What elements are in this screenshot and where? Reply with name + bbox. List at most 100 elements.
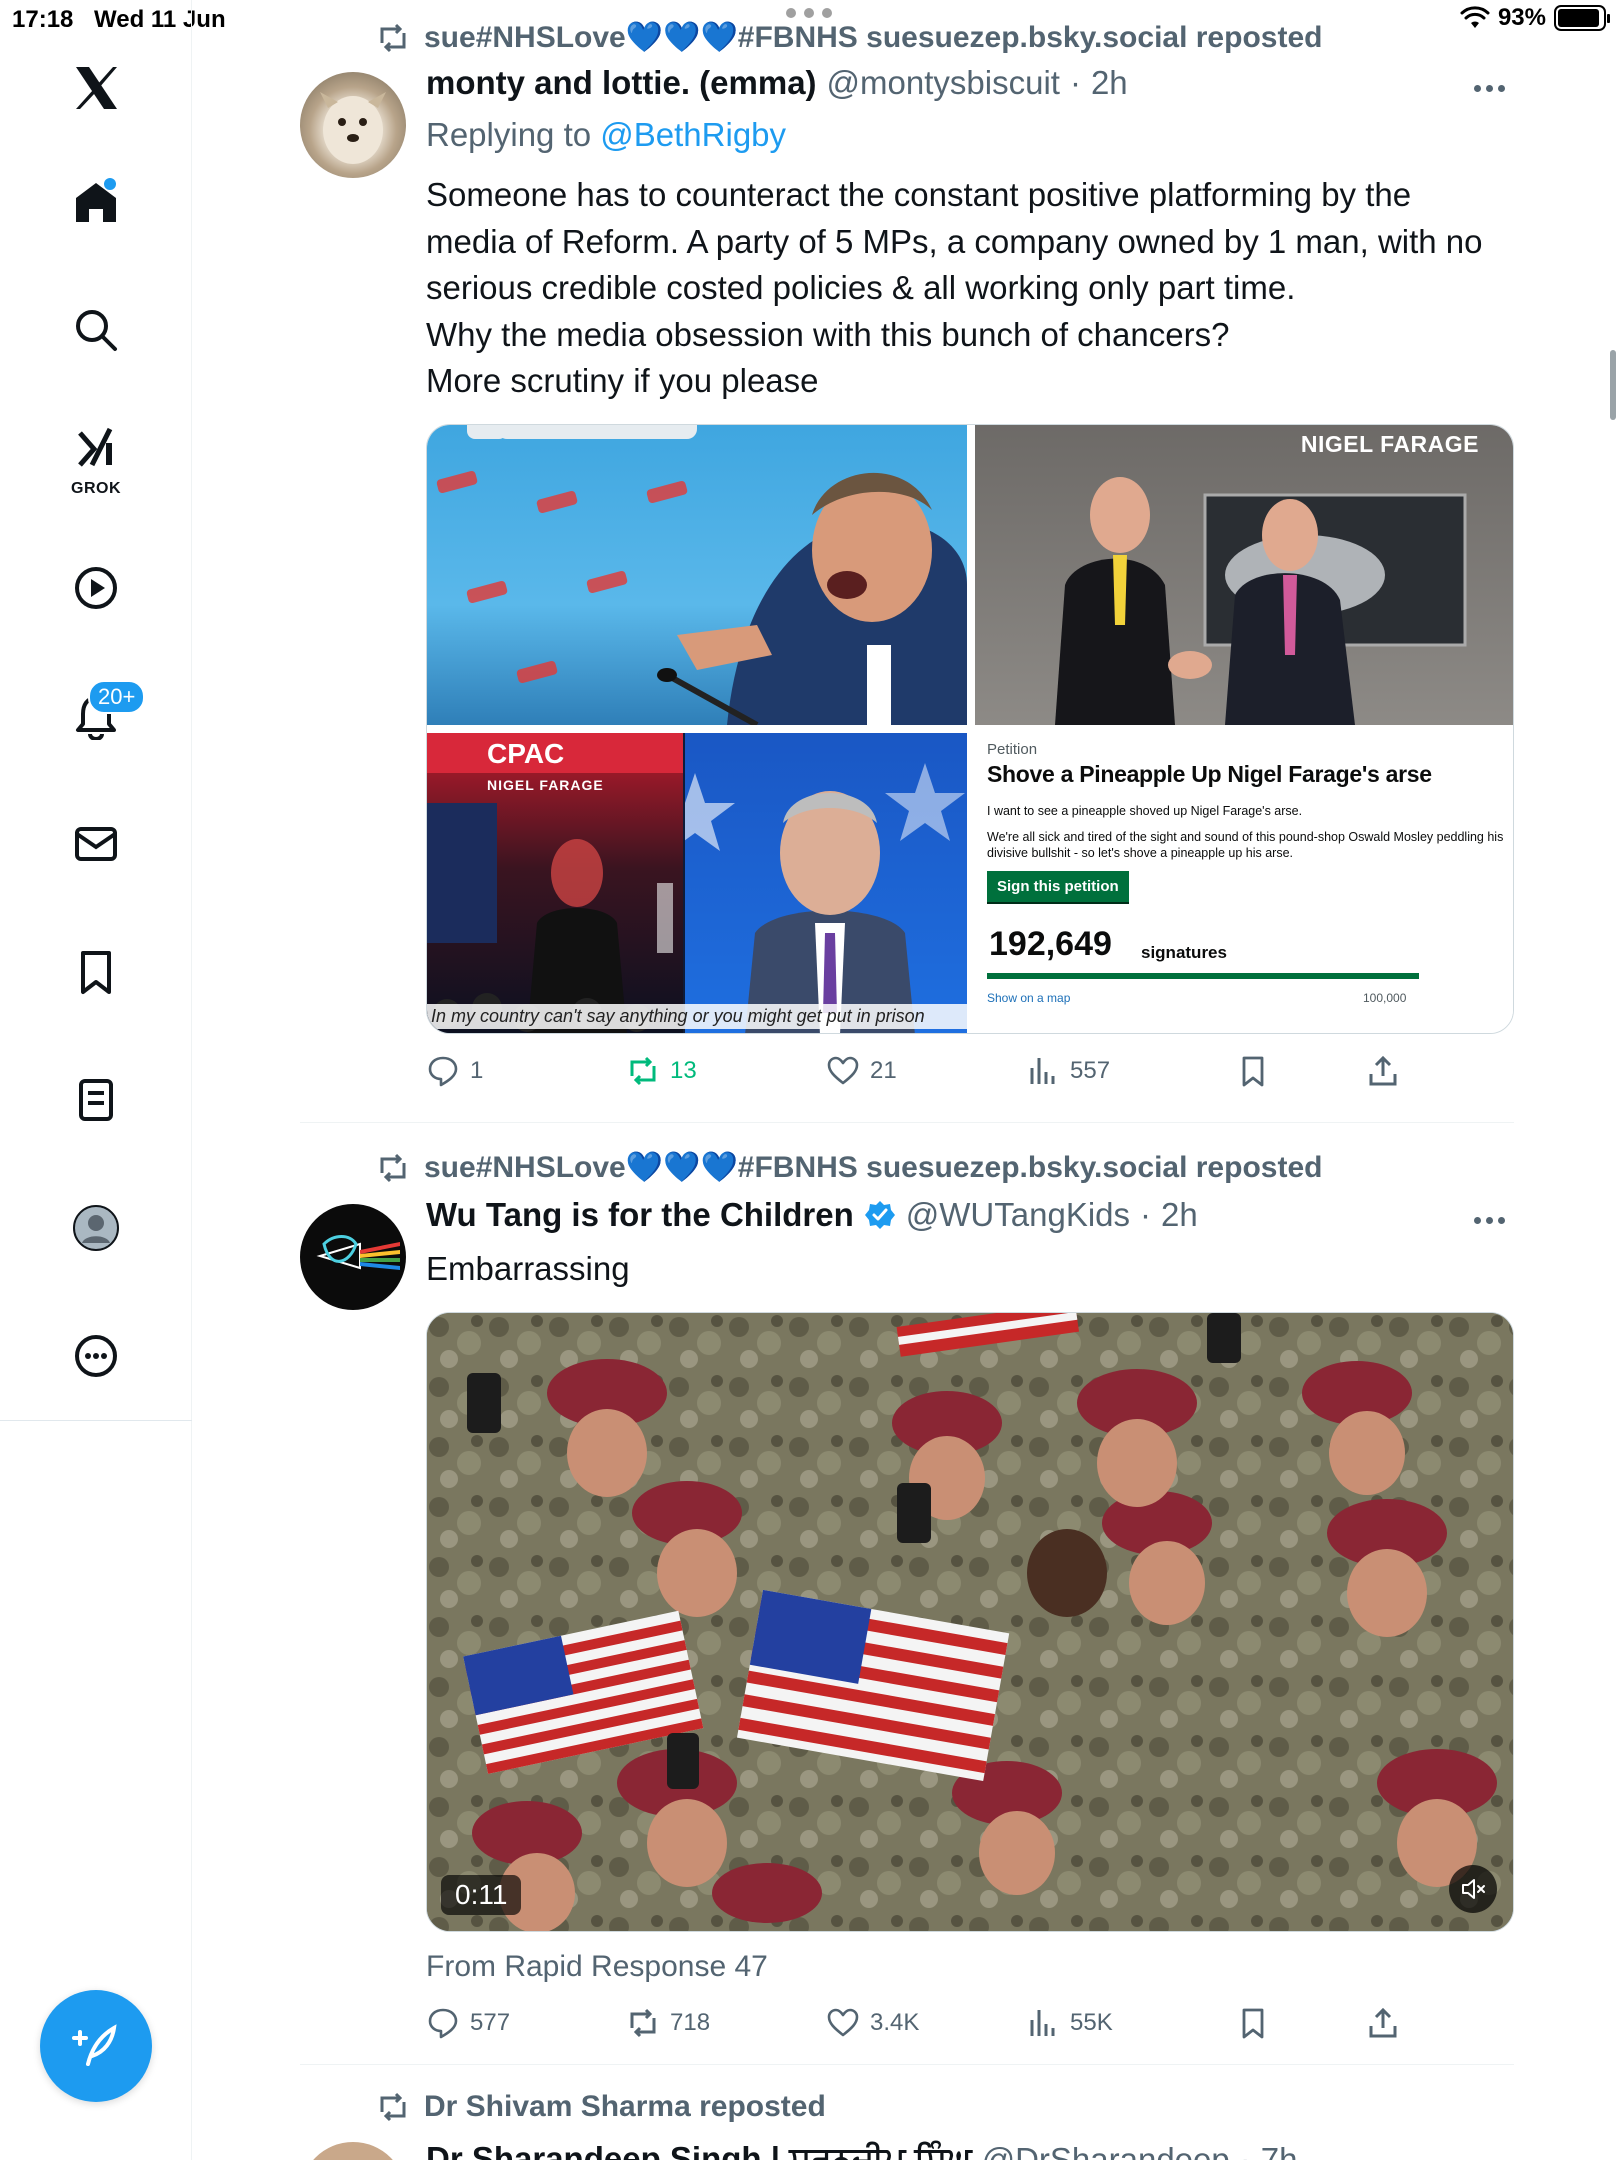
compose-post-button[interactable] xyxy=(40,1990,152,2102)
media-image-farage-speech[interactable] xyxy=(427,425,967,725)
repost-by-text[interactable]: sue#NHSLove💙💙💙#FBNHS suesuezep.bsky.soci… xyxy=(424,1150,1322,1185)
compose-feather-icon xyxy=(72,2024,117,2066)
media-image-farage-handshake[interactable]: NIGEL FARAGE xyxy=(975,425,1513,725)
like-button[interactable]: 21 xyxy=(826,1054,897,1088)
post-time[interactable]: 7h xyxy=(1261,2141,1298,2160)
media-caption-prison-quote: In my country can't say anything or you … xyxy=(427,1004,967,1029)
media-image-petition[interactable]: Petition Shove a Pineapple Up Nigel Fara… xyxy=(975,733,1513,1033)
repost-icon xyxy=(630,1056,656,1086)
mute-button[interactable] xyxy=(1449,1865,1497,1913)
sidebar-item-search[interactable] xyxy=(56,290,136,370)
post-text-line: media of Reform. A party of 5 MPs, a com… xyxy=(426,222,1483,260)
media-image-cpac-collage[interactable]: CPAC NIGEL FARAGE In my country can't sa… xyxy=(427,733,967,1033)
bookmark-button[interactable] xyxy=(1236,1054,1270,1088)
petition-title: Shove a Pineapple Up Nigel Farage's arse xyxy=(987,761,1432,787)
views-chart-icon xyxy=(1030,1058,1055,1084)
petition-desc-2: We're all sick and tired of the sight an… xyxy=(987,830,1504,860)
post-more-button[interactable] xyxy=(1474,2154,1514,2160)
repost-count: 718 xyxy=(670,2009,711,2036)
battery-icon xyxy=(1554,5,1610,31)
repost-by-text[interactable]: sue#NHSLove💙💙💙#FBNHS suesuezep.bsky.soci… xyxy=(424,20,1322,55)
notifications-badge: 20+ xyxy=(88,680,146,714)
lists-icon xyxy=(79,1079,113,1121)
share-icon xyxy=(1369,2007,1397,2038)
sidebar-item-lists[interactable] xyxy=(56,1060,136,1140)
speaker-muted-icon xyxy=(1462,1879,1485,1899)
post-time[interactable]: 2h xyxy=(1161,1196,1198,1234)
repost-by-text[interactable]: Dr Shivam Sharma reposted xyxy=(424,2090,826,2124)
author-name[interactable]: Wu Tang is for the Children xyxy=(426,1196,854,1234)
reply-button[interactable]: 1 xyxy=(426,1054,483,1088)
post-text: Embarrassing xyxy=(426,1250,630,1287)
share-icon xyxy=(1369,1055,1397,1086)
sidebar-item-notifications[interactable]: 20+ xyxy=(56,676,146,756)
like-count: 21 xyxy=(870,1057,897,1084)
repost-button[interactable]: 13 xyxy=(626,1054,697,1088)
repost-icon xyxy=(380,23,406,52)
share-button[interactable] xyxy=(1366,1054,1400,1088)
views-button[interactable]: 557 xyxy=(1026,1054,1110,1088)
post-actions: 1 13 21 557 xyxy=(426,1054,1514,1104)
sidebar-item-home[interactable] xyxy=(56,162,136,242)
video-frame-soldiers xyxy=(427,1313,1513,1931)
bookmark-icon xyxy=(1242,1056,1264,1087)
sidebar-item-profile[interactable] xyxy=(56,1188,136,1268)
post-media-grid[interactable]: NIGEL FARAGE CPAC NIGEL FARAGE In my cou… xyxy=(426,424,1514,1034)
post-more-button[interactable] xyxy=(1474,1210,1514,1230)
heart-icon xyxy=(827,2008,859,2037)
views-button[interactable]: 55K xyxy=(1026,2006,1113,2040)
post-more-button[interactable] xyxy=(1474,78,1514,98)
post-actions: 577 718 3.4K 55K xyxy=(426,2006,1514,2056)
post-text-line: serious credible costed policies & all w… xyxy=(426,269,1296,306)
scrollbar[interactable] xyxy=(1610,350,1616,420)
repost-icon xyxy=(630,2008,656,2038)
video-icon xyxy=(75,567,117,609)
like-count: 3.4K xyxy=(870,2009,920,2036)
author-handle[interactable]: @WUTangKids xyxy=(906,1196,1130,1234)
cpac-banner-text: NIGEL FARAGE xyxy=(487,777,604,793)
search-icon xyxy=(76,310,117,351)
grok-icon xyxy=(78,427,113,467)
wu-tang-avatar-image xyxy=(316,1235,400,1270)
author-handle[interactable]: @DrSharandeep xyxy=(982,2141,1230,2160)
reply-button[interactable]: 577 xyxy=(426,2006,510,2040)
sidebar-item-more[interactable] xyxy=(56,1316,136,1396)
sidebar-item-grok[interactable]: GROK xyxy=(56,416,136,500)
media-image-farage-cpac xyxy=(655,733,967,1033)
media-caption-nigel-farage: NIGEL FARAGE xyxy=(1300,431,1479,457)
x-logo[interactable] xyxy=(56,48,136,128)
view-count: 557 xyxy=(1070,1057,1111,1084)
author-handle[interactable]: @montysbiscuit xyxy=(827,64,1060,102)
heart-icon xyxy=(827,1056,859,1085)
profile-avatar-icon xyxy=(73,1205,119,1251)
avatar[interactable] xyxy=(300,2142,406,2160)
x-logo-icon xyxy=(76,67,117,109)
like-button[interactable]: 3.4K xyxy=(826,2006,919,2040)
author-name[interactable]: Dr Sharandeep Singh | ਸ਼ਰਨਦੀਪ ਸਿੰਘ xyxy=(426,2140,972,2160)
share-button[interactable] xyxy=(1366,2006,1400,2040)
mail-icon xyxy=(75,827,117,861)
sign-petition-button: Sign this petition xyxy=(987,871,1129,902)
post-time[interactable]: 2h xyxy=(1091,64,1128,102)
sidebar-item-video[interactable] xyxy=(56,548,136,628)
sidebar-item-bookmarks[interactable] xyxy=(56,932,136,1012)
sidebar-item-messages[interactable] xyxy=(56,804,136,884)
avatar[interactable] xyxy=(300,1204,406,1310)
reply-count: 1 xyxy=(470,1057,484,1084)
repost-count: 13 xyxy=(670,1057,697,1084)
verified-badge-icon xyxy=(864,1201,895,1229)
views-chart-icon xyxy=(1030,2010,1055,2036)
post-header: Wu Tang is for the Children @WUTangKids … xyxy=(426,1196,1198,1234)
avatar[interactable] xyxy=(300,72,406,178)
post-header: monty and lottie. (emma) @montysbiscuit … xyxy=(426,64,1128,102)
replying-to-label: Replying to xyxy=(426,116,601,153)
post-dr-sharandeep[interactable]: Dr Shivam Sharma reposted Dr Sharandeep … xyxy=(300,2070,1514,2160)
petition-desc-1: I want to see a pineapple shoved up Nige… xyxy=(987,804,1303,818)
post-video[interactable]: 0:11 xyxy=(426,1312,1514,1932)
replying-to-handle[interactable]: @BethRigby xyxy=(600,116,786,153)
bookmark-button[interactable] xyxy=(1236,2006,1270,2040)
petition-target: 100,000 xyxy=(1363,991,1407,1005)
video-source[interactable]: From Rapid Response 47 xyxy=(426,1950,768,1984)
author-name[interactable]: monty and lottie. (emma) xyxy=(426,64,817,102)
repost-button[interactable]: 718 xyxy=(626,2006,710,2040)
